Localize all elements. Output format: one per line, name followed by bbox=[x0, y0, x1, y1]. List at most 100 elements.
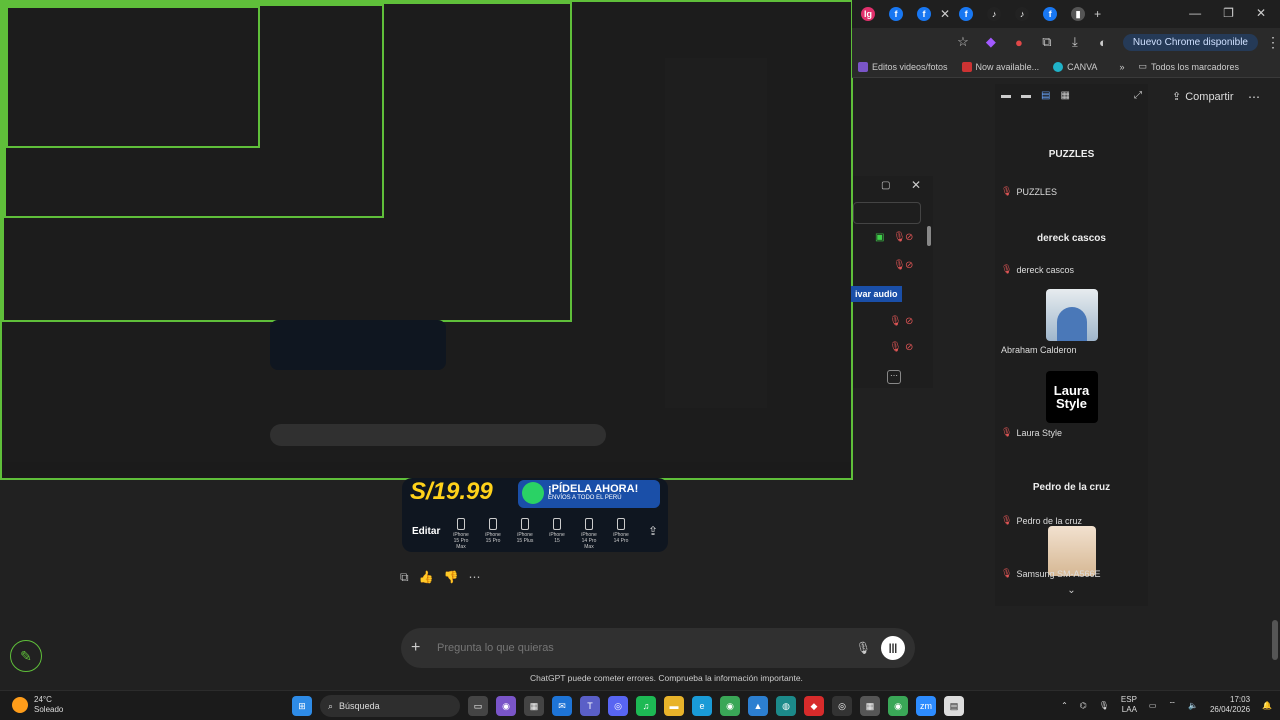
new-chat-button[interactable]: ✎ bbox=[10, 640, 42, 672]
folder-icon[interactable]: ▬ bbox=[664, 696, 684, 716]
puzzle-icon[interactable]: ⧉ bbox=[1033, 34, 1061, 50]
participant-row[interactable]: 🎙 PUZZLES bbox=[995, 186, 1148, 197]
windows-start-icon[interactable]: ⊞ bbox=[292, 696, 312, 716]
spotify-icon[interactable]: ♫ bbox=[636, 696, 656, 716]
notifications-icon[interactable]: 🔔 bbox=[1262, 701, 1272, 710]
prompt-input[interactable] bbox=[431, 642, 856, 654]
model-item[interactable]: iPhone 14 Pro bbox=[610, 518, 632, 550]
edit-button[interactable]: Editar bbox=[412, 526, 440, 537]
more-options-icon[interactable]: ⋯ bbox=[887, 370, 901, 384]
chevron-down-icon[interactable]: ⌄ bbox=[995, 585, 1148, 596]
photos-icon[interactable]: ▲ bbox=[748, 696, 768, 716]
mic-off-icon[interactable]: 🎙 bbox=[893, 260, 906, 271]
calculator-icon[interactable]: ▦ bbox=[860, 696, 880, 716]
new-tab-icon[interactable]: + bbox=[1094, 7, 1101, 21]
tab-facebook[interactable]: f bbox=[884, 2, 908, 26]
maximize-icon[interactable]: ▢ bbox=[881, 180, 890, 191]
model-item[interactable]: iPhone 15 bbox=[546, 518, 568, 550]
microphone-icon[interactable]: 🎙 bbox=[1099, 701, 1109, 710]
maximize-icon[interactable]: ❐ bbox=[1223, 6, 1234, 20]
voice-mode-button[interactable]: ||| bbox=[881, 636, 905, 660]
volume-icon[interactable]: 🔈 bbox=[1188, 701, 1198, 710]
tab-facebook[interactable]: f bbox=[912, 2, 936, 26]
participant-row[interactable]: 🎙 dereck cascos bbox=[995, 264, 1148, 275]
tab-facebook[interactable]: f bbox=[1038, 2, 1062, 26]
participant-row[interactable]: 🎙 Samsung SM-A566E bbox=[995, 568, 1148, 579]
star-icon[interactable]: ☆ bbox=[949, 34, 977, 50]
close-icon[interactable]: ✕ bbox=[1256, 6, 1266, 20]
model-item[interactable]: iPhone 14 Pro Max bbox=[578, 518, 600, 550]
monitor-icon[interactable]: ▭ bbox=[1149, 701, 1157, 710]
chrome-profile-icon[interactable]: ◉ bbox=[888, 696, 908, 716]
participant-row[interactable]: 🎙 Laura Style bbox=[995, 427, 1148, 438]
scrollbar[interactable] bbox=[1272, 620, 1278, 660]
mic-off-icon[interactable]: 🎙 bbox=[893, 232, 906, 243]
close-icon[interactable]: ✕ bbox=[940, 7, 950, 21]
bookmark-item[interactable]: Editos videos/fotos bbox=[858, 61, 948, 72]
plus-icon[interactable]: + bbox=[411, 639, 431, 657]
bookmark-item[interactable]: Now available... bbox=[961, 61, 1039, 72]
extension-icon[interactable]: ● bbox=[1005, 35, 1033, 50]
upload-icon[interactable]: ⇪ bbox=[648, 524, 658, 538]
copy-icon[interactable]: ⧉ bbox=[400, 570, 409, 585]
copilot-icon[interactable]: ◉ bbox=[496, 696, 516, 716]
model-item[interactable]: iPhone 15 Pro bbox=[482, 518, 504, 550]
weather-widget[interactable]: 24°C Soleado bbox=[12, 695, 63, 715]
edge-icon[interactable]: e bbox=[692, 696, 712, 716]
tab-facebook[interactable]: f bbox=[954, 2, 978, 26]
language-indicator[interactable]: ESP LAA bbox=[1121, 695, 1137, 715]
tab-tiktok[interactable]: ♪ bbox=[1010, 2, 1034, 26]
thumbs-up-icon[interactable]: 👍 bbox=[419, 570, 434, 585]
tab-instagram[interactable]: Ig bbox=[856, 2, 880, 26]
camera-off-icon[interactable]: ⊘ bbox=[905, 342, 913, 353]
scrollbar[interactable] bbox=[927, 226, 931, 246]
mic-off-icon[interactable]: 🎙 bbox=[889, 342, 902, 353]
minimize-icon[interactable]: — bbox=[1189, 6, 1201, 20]
taskbar-search[interactable]: ⌕ Búsqueda bbox=[320, 695, 460, 717]
search-field[interactable] bbox=[853, 202, 921, 224]
discord-icon[interactable]: ◎ bbox=[608, 696, 628, 716]
mic-off-icon[interactable]: 🎙 bbox=[889, 316, 902, 327]
chrome-icon[interactable]: ◉ bbox=[720, 696, 740, 716]
kebab-menu-icon[interactable]: ⋯ bbox=[1248, 90, 1260, 104]
close-icon[interactable]: ✕ bbox=[911, 178, 921, 192]
activate-audio-button[interactable]: ivar audio bbox=[851, 286, 902, 302]
camera-on-icon[interactable]: ▣ bbox=[875, 232, 884, 243]
bookmark-item[interactable]: CANVA bbox=[1053, 61, 1097, 72]
share-button[interactable]: ⇪ Compartir bbox=[1172, 90, 1234, 104]
globe-icon[interactable]: ◍ bbox=[776, 696, 796, 716]
microphone-icon[interactable]: 🎙 bbox=[856, 641, 871, 655]
model-item[interactable]: iPhone 15 Pro Max bbox=[450, 518, 472, 550]
tab-generic[interactable]: ▮ bbox=[1066, 2, 1090, 26]
model-item[interactable]: iPhone 15 Plus bbox=[514, 518, 536, 550]
clock[interactable]: 17:03 26/04/2026 bbox=[1210, 695, 1250, 715]
download-icon[interactable]: ⤓ bbox=[1061, 34, 1089, 50]
obs-icon[interactable]: ◎ bbox=[832, 696, 852, 716]
teams-icon[interactable]: T bbox=[580, 696, 600, 716]
participant-row[interactable]: Abraham Calderon bbox=[995, 345, 1148, 355]
profile-icon[interactable]: ◐ bbox=[1089, 35, 1117, 50]
thumbs-down-icon[interactable]: 👎 bbox=[444, 570, 459, 585]
store-icon[interactable]: ▦ bbox=[524, 696, 544, 716]
tab-tiktok[interactable]: ♪ bbox=[982, 2, 1006, 26]
chrome-update-button[interactable]: Nuevo Chrome disponible bbox=[1122, 33, 1258, 51]
notepad-icon[interactable]: ▤ bbox=[944, 696, 964, 716]
more-icon[interactable]: ⋯ bbox=[468, 570, 480, 585]
network-icon[interactable]: ⌬ bbox=[1080, 701, 1087, 710]
chevron-right-icon[interactable]: » bbox=[1119, 62, 1124, 72]
rectangle-icon[interactable]: ▬ bbox=[1021, 90, 1031, 101]
mail-icon[interactable]: ✉ bbox=[552, 696, 572, 716]
chevron-up-icon[interactable]: ⌃ bbox=[1061, 701, 1068, 710]
camera-off-icon[interactable]: ⊘ bbox=[905, 316, 913, 327]
task-view-icon[interactable]: ▭ bbox=[468, 696, 488, 716]
rectangle-icon[interactable]: ▬ bbox=[1001, 90, 1011, 101]
all-bookmarks[interactable]: ▭ Todos los marcadores bbox=[1138, 61, 1239, 72]
participant-row[interactable]: 🎙 Pedro de la cruz bbox=[995, 515, 1148, 526]
wifi-icon[interactable]: ⌔ bbox=[1168, 700, 1176, 710]
extension-icon[interactable]: ◆ bbox=[977, 34, 1005, 50]
camera-off-icon[interactable]: ⊘ bbox=[905, 260, 913, 271]
grid-icon[interactable]: ▦ bbox=[1060, 90, 1069, 101]
zoom-icon[interactable]: zm bbox=[916, 696, 936, 716]
layout-icon[interactable]: ▤ bbox=[1041, 90, 1050, 101]
camera-off-icon[interactable]: ⊘ bbox=[905, 232, 913, 243]
